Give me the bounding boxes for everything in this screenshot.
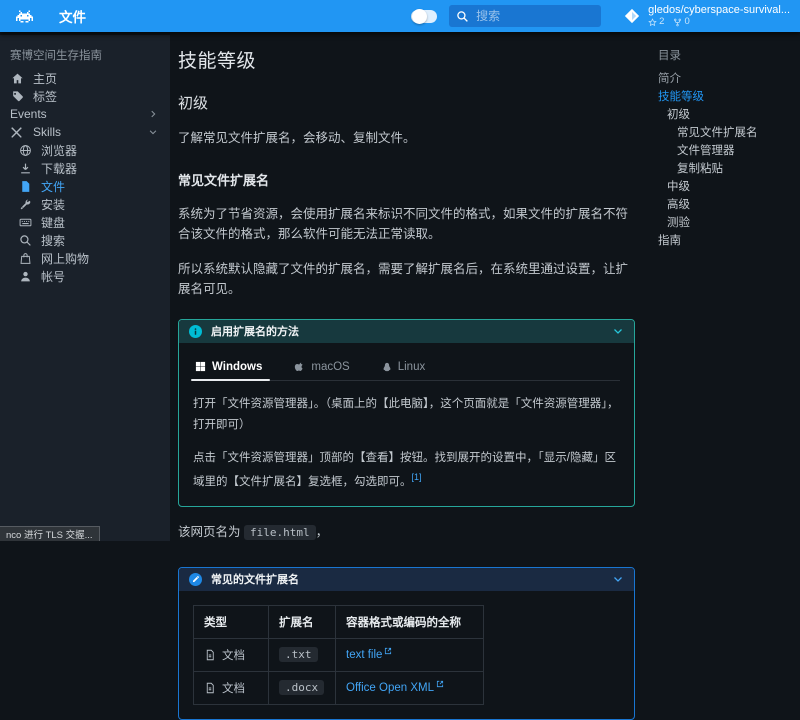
sidebar-item-browser[interactable]: 浏览器 <box>0 141 170 159</box>
tab-linux[interactable]: Linux <box>380 353 428 380</box>
external-link[interactable]: text file <box>346 649 392 661</box>
document-icon <box>204 682 216 694</box>
toc-item-advanced[interactable]: 高级 <box>658 195 800 213</box>
external-link-icon <box>436 680 444 688</box>
repo-name: gledos/cyberspace-survival... <box>648 4 790 17</box>
windows-icon <box>195 361 206 372</box>
toc-item-copy-paste[interactable]: 复制粘贴 <box>658 159 800 177</box>
panel-paragraph: 点击「文件资源管理器」顶部的【查看】按钮。找到展开的设置中，「显示/隐藏」区域里… <box>193 448 620 492</box>
sidebar-item-account[interactable]: 帐号 <box>0 267 170 285</box>
sidebar-item-downloader[interactable]: 下载器 <box>0 159 170 177</box>
document-icon <box>204 649 216 661</box>
sidebar-item-home[interactable]: 主页 <box>0 69 170 87</box>
extension-code: .docx <box>279 680 324 695</box>
info-icon <box>189 325 202 338</box>
repo-diamond-icon <box>623 7 641 25</box>
repo-widget[interactable]: gledos/cyberspace-survival... 2 0 <box>623 4 790 28</box>
panel-paragraph: 打开「文件资源管理器」。（桌面上的【此电脑】，这个页面就是「文件资源管理器」，打… <box>193 394 620 435</box>
paragraph-with-code: 该网页名为 file.html， <box>178 523 635 542</box>
page-title: 技能等级 <box>178 46 635 73</box>
note-panel-title: 常见的文件扩展名 <box>211 571 603 587</box>
repo-forks: 0 <box>673 17 689 28</box>
tab-windows[interactable]: Windows <box>193 353 264 380</box>
search-box[interactable] <box>449 5 601 27</box>
table-row: 文档 .docx Office Open XML <box>194 671 484 704</box>
repo-stars: 2 <box>648 17 664 28</box>
sidebar-item-keyboard[interactable]: 键盘 <box>0 213 170 231</box>
wrench-icon <box>18 197 32 211</box>
table-header-row: 类型 扩展名 容器格式或编码的全称 <box>194 605 484 638</box>
info-panel-enable-extensions: 启用扩展名的方法 Windows macOS Linux 打 <box>178 319 635 508</box>
sidebar-section-skills[interactable]: Skills <box>0 123 170 141</box>
globe-icon <box>18 143 32 157</box>
download-icon <box>18 161 32 175</box>
sidebar-item-tags[interactable]: 标签 <box>0 87 170 105</box>
sidebar-item-shopping[interactable]: 网上购物 <box>0 249 170 267</box>
penguin-icon <box>382 361 392 373</box>
section-heading-beginner: 初级 <box>178 92 635 113</box>
external-link-icon <box>384 647 392 655</box>
paragraph: 系统为了节省资源，会使用扩展名来标识不同文件的格式，如果文件的扩展名不符合该文件… <box>178 205 635 244</box>
table-row: 文档 .txt text file <box>194 638 484 671</box>
toc-item-beginner[interactable]: 初级 <box>658 105 800 123</box>
extensions-table: 类型 扩展名 容器格式或编码的全称 文档 .txt text file 文档 .… <box>193 605 484 705</box>
toc-item-guide[interactable]: 指南 <box>658 231 800 249</box>
account-icon <box>18 269 32 283</box>
chevron-down-icon <box>148 127 158 137</box>
apple-icon <box>294 361 305 373</box>
toc-item-file-manager[interactable]: 文件管理器 <box>658 141 800 159</box>
paragraph: 了解常见文件扩展名，会移动、复制文件。 <box>178 129 635 148</box>
fork-icon <box>673 18 682 27</box>
sidebar-title: 赛博空间生存指南 <box>0 44 170 69</box>
column-header: 容器格式或编码的全称 <box>336 605 484 638</box>
sidebar-section-events[interactable]: Events <box>0 105 170 123</box>
inline-code: file.html <box>244 525 316 540</box>
info-panel-header[interactable]: 启用扩展名的方法 <box>179 320 634 343</box>
chevron-right-icon <box>148 109 158 119</box>
column-header: 类型 <box>194 605 269 638</box>
keyboard-icon <box>18 215 32 229</box>
toc-item-skill-levels[interactable]: 技能等级 <box>658 87 800 105</box>
sidebar-item-search[interactable]: 搜索 <box>0 231 170 249</box>
page-header-title: 文件 <box>59 6 86 26</box>
left-sidebar: 赛博空间生存指南 主页 标签 Events Skills <box>0 35 170 541</box>
note-panel-header[interactable]: 常见的文件扩展名 <box>179 568 634 591</box>
star-icon <box>648 18 657 27</box>
toc-item-intro[interactable]: 简介 <box>658 69 800 87</box>
browser-status-tooltip: nco 进行 TLS 交握... <box>0 526 100 541</box>
external-link[interactable]: Office Open XML <box>346 682 444 694</box>
sidebar-item-install[interactable]: 安装 <box>0 195 170 213</box>
toc-item-common-extensions[interactable]: 常见文件扩展名 <box>658 123 800 141</box>
tab-macos[interactable]: macOS <box>292 353 351 380</box>
search-input[interactable] <box>476 9 586 23</box>
toc-item-quiz[interactable]: 测验 <box>658 213 800 231</box>
toc-title: 目录 <box>658 44 800 69</box>
tools-icon <box>10 126 24 139</box>
table-of-contents: 目录 简介 技能等级 初级 常见文件扩展名 文件管理器 复制粘贴 中级 高级 测… <box>658 35 800 249</box>
column-header: 扩展名 <box>269 605 336 638</box>
extension-code: .txt <box>279 647 318 662</box>
main-content: 技能等级 初级 了解常见文件扩展名，会移动、复制文件。 常见文件扩展名 系统为了… <box>178 35 635 541</box>
shopping-bag-icon <box>18 251 32 265</box>
magnifier-icon <box>18 233 32 247</box>
collapse-chevron-icon[interactable] <box>612 325 624 337</box>
os-tabs: Windows macOS Linux <box>193 353 620 381</box>
footnote-link[interactable]: [1] <box>412 472 422 482</box>
sidebar-item-files[interactable]: 文件 <box>0 177 170 195</box>
note-panel-common-extensions: 常见的文件扩展名 类型 扩展名 容器格式或编码的全称 文档 .txt <box>178 567 635 720</box>
tag-icon <box>10 89 24 103</box>
top-navbar: 文件 gledos/cyberspace-survival... <box>0 0 800 32</box>
search-icon <box>456 10 469 23</box>
subsection-heading-extensions: 常见文件扩展名 <box>178 170 635 189</box>
site-logo-alien-icon[interactable] <box>16 10 33 23</box>
theme-toggle[interactable] <box>411 10 437 23</box>
collapse-chevron-icon[interactable] <box>612 573 624 585</box>
toc-item-intermediate[interactable]: 中级 <box>658 177 800 195</box>
edit-icon <box>189 573 202 586</box>
info-panel-title: 启用扩展名的方法 <box>211 323 603 339</box>
home-icon <box>10 71 24 85</box>
file-icon <box>18 179 32 193</box>
paragraph: 所以系统默认隐藏了文件的扩展名，需要了解扩展名后，在系统里通过设置，让扩展名可见… <box>178 260 635 299</box>
